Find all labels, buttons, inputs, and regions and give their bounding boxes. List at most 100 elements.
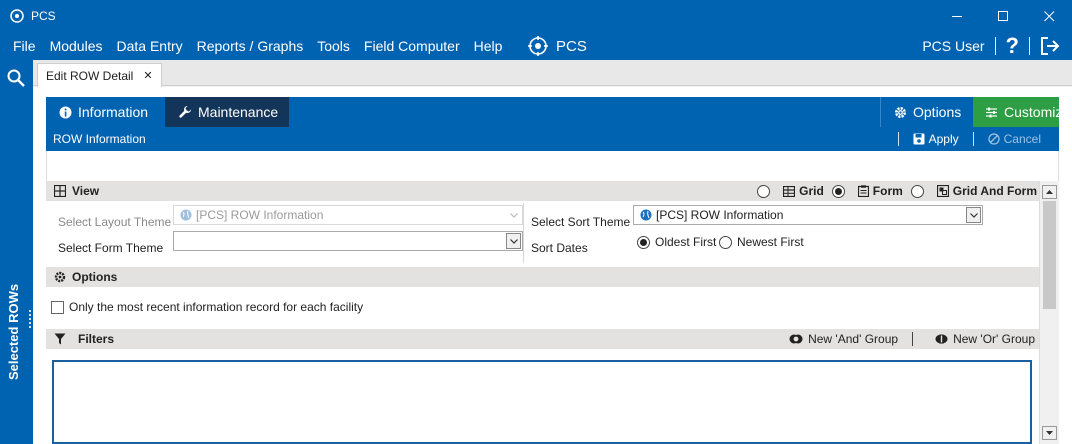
sort-theme-value: [PCS] ROW Information (656, 208, 784, 222)
view-mode-form-label: Form (872, 184, 903, 198)
chevron-down-icon[interactable] (506, 233, 521, 249)
grid-icon (54, 185, 66, 197)
close-window-button[interactable] (1026, 0, 1072, 32)
cancel-button[interactable]: Cancel (982, 132, 1047, 146)
sort-theme-select[interactable]: [PCS] ROW Information (633, 205, 983, 225)
user-name[interactable]: PCS User (922, 38, 984, 54)
title-bar: PCS (0, 0, 1072, 32)
view-mode-form[interactable]: Form (831, 184, 903, 198)
content: Information Maintenance Options Customiz… (33, 87, 1072, 444)
vertical-scrollbar[interactable] (1039, 181, 1059, 444)
side-panel: Selected ROWs (0, 60, 33, 444)
menu-reports-graphs[interactable]: Reports / Graphs (190, 38, 311, 54)
radio-grid[interactable] (757, 184, 771, 198)
layout-theme-select: [PCS] ROW Information (173, 205, 523, 225)
maximize-button[interactable] (980, 0, 1026, 32)
radio-newest-first[interactable] (719, 235, 732, 249)
scroll-up-icon[interactable] (1042, 185, 1057, 199)
menu-help[interactable]: Help (467, 38, 510, 54)
pcs-brand-icon (528, 36, 548, 56)
menu-modules[interactable]: Modules (43, 38, 110, 54)
save-icon (913, 133, 925, 145)
document-tabs: Edit ROW Detail ✕ (33, 60, 1072, 87)
options-button[interactable]: Options (880, 97, 974, 127)
customize-button[interactable]: Customize (973, 97, 1070, 127)
selected-rows-tab[interactable]: Selected ROWs (6, 284, 21, 380)
search-icon[interactable] (7, 69, 25, 90)
layout-theme-label: Select Layout Theme (58, 215, 172, 229)
tab-maintenance-label: Maintenance (198, 104, 279, 120)
options-label: Options (913, 104, 962, 120)
divider (523, 203, 524, 263)
recent-only-checkbox[interactable] (51, 301, 64, 314)
tab-information[interactable]: Information (46, 97, 165, 127)
divider (912, 332, 914, 346)
gear-icon (54, 271, 66, 283)
view-section-header: View Grid Form Grid And Form (46, 181, 1039, 201)
cancel-icon (987, 133, 1000, 145)
view-header-label: View (72, 184, 100, 198)
view-mode-grid[interactable]: Grid (757, 184, 824, 198)
filters-header-label: Filters (78, 332, 115, 346)
or-group-icon (935, 334, 948, 344)
close-tab-icon[interactable]: ✕ (143, 69, 152, 82)
tab-information-label: Information (78, 104, 149, 120)
tab-edit-row-detail[interactable]: Edit ROW Detail ✕ (37, 63, 162, 87)
section-tabs: Information Maintenance Options Customiz… (46, 97, 1070, 127)
scroll-thumb[interactable] (1043, 201, 1056, 309)
new-and-group-label: New 'And' Group (808, 332, 899, 346)
recent-only-label[interactable]: Only the most recent information record … (69, 300, 363, 314)
sliders-icon (985, 106, 998, 119)
new-and-group-button[interactable]: New 'And' Group (781, 332, 898, 346)
clipboard-icon (857, 185, 869, 197)
wrench-icon (178, 105, 192, 119)
menu-field-computer[interactable]: Field Computer (357, 38, 467, 54)
radio-form[interactable] (831, 184, 845, 198)
form-theme-select[interactable] (173, 231, 523, 251)
view-mode-grid-and-form[interactable]: Grid And Form (910, 184, 1037, 198)
new-or-group-button[interactable]: New 'Or' Group (927, 332, 1035, 346)
filters-editor[interactable] (52, 360, 1032, 444)
tab-maintenance[interactable]: Maintenance (165, 97, 289, 127)
divider (994, 37, 996, 55)
divider (897, 132, 899, 146)
layout-icon (936, 185, 949, 197)
menu-data-entry[interactable]: Data Entry (109, 38, 189, 54)
maximize-icon (997, 10, 1008, 21)
table-icon (783, 185, 796, 197)
brand-label: PCS (556, 37, 587, 55)
panel-grip[interactable] (29, 310, 31, 328)
close-icon (1043, 10, 1054, 21)
menu-tools[interactable]: Tools (310, 38, 357, 54)
logout-icon[interactable] (1040, 36, 1060, 56)
chevron-down-icon (506, 207, 521, 223)
menu-file[interactable]: File (0, 38, 43, 54)
sort-oldest-first-label: Oldest First (655, 235, 717, 249)
document-area: Edit ROW Detail ✕ Information Maintenanc… (33, 60, 1072, 444)
form-body: View Grid Form Grid And Form Select Layo… (46, 181, 1039, 444)
sort-dates-label: Sort Dates (531, 241, 588, 255)
customize-label: Customize (1004, 104, 1071, 120)
chevron-down-icon[interactable] (966, 207, 981, 223)
globe-icon (180, 209, 192, 221)
apply-button[interactable]: Apply (907, 132, 965, 146)
sort-oldest-first[interactable]: Oldest First (637, 235, 716, 249)
radio-grid-and-form[interactable] (910, 184, 924, 198)
section-title: ROW Information (53, 132, 146, 146)
info-icon (59, 106, 72, 119)
options-header-label: Options (72, 270, 118, 284)
gear-icon (894, 106, 907, 119)
row-information-bar: ROW Information Apply Cancel (46, 127, 1059, 151)
cancel-label: Cancel (1003, 132, 1041, 146)
globe-icon (640, 209, 652, 221)
radio-oldest-first[interactable] (637, 235, 650, 249)
and-group-icon (789, 334, 803, 344)
help-icon[interactable]: ? (1006, 35, 1019, 57)
sort-newest-first[interactable]: Newest First (719, 235, 804, 249)
tab-label: Edit ROW Detail (46, 68, 134, 83)
filters-section-header: Filters New 'And' Group New 'Or' Group (46, 329, 1039, 349)
minimize-button[interactable] (934, 0, 980, 32)
view-mode-grid-label: Grid (799, 184, 824, 198)
apply-label: Apply (928, 132, 959, 146)
scroll-down-icon[interactable] (1042, 426, 1057, 440)
